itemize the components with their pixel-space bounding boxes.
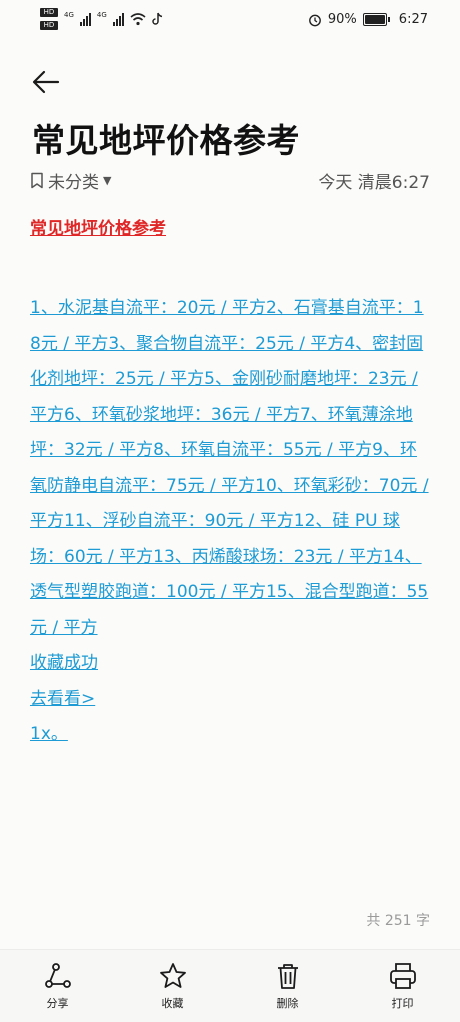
note-title: 常见地坪价格参考 <box>32 121 300 160</box>
back-arrow-icon[interactable] <box>30 66 62 98</box>
word-count: 共 251 字 <box>366 913 430 929</box>
note-date: 今天 清晨6:27 <box>318 173 430 193</box>
hd-badge-2: HD <box>40 21 58 30</box>
speed-link[interactable]: 1x。 <box>30 717 430 753</box>
delete-button[interactable]: 删除 <box>243 950 333 1022</box>
status-left: HD HD 4G 4G <box>40 8 164 30</box>
share-label: 分享 <box>46 997 69 1010</box>
category-selector[interactable]: 未分类 ▼ <box>30 168 111 193</box>
category-label: 未分类 <box>48 173 99 193</box>
network-label-1: 4G <box>64 11 74 19</box>
content-heading-link[interactable]: 常见地坪价格参考 <box>30 214 430 239</box>
printer-icon <box>389 963 416 989</box>
battery-icon <box>362 13 390 26</box>
status-bar: HD HD 4G 4G 90% 6:27 <box>0 0 460 42</box>
share-icon <box>44 963 71 988</box>
network-label-2: 4G <box>96 11 107 19</box>
print-button[interactable]: 打印 <box>358 950 448 1022</box>
favorite-label: 收藏 <box>161 997 184 1010</box>
note-meta: 未分类 ▼ 今天 清晨6:27 <box>30 168 430 194</box>
share-button[interactable]: 分享 <box>13 950 103 1022</box>
trash-icon <box>277 964 298 989</box>
go-see-link[interactable]: 去看看> <box>30 682 430 718</box>
signal-icon-2 <box>112 12 124 26</box>
delete-label: 删除 <box>276 997 299 1010</box>
caret-down-icon: ▼ <box>103 174 112 187</box>
price-list-text[interactable]: 1、水泥基自流平：20元 / 平方2、石膏基自流平：18元 / 平方3、聚合物自… <box>30 291 430 646</box>
bottom-toolbar: 分享 收藏 删除 打印 <box>0 949 460 1022</box>
note-content: 常见地坪价格参考 1、水泥基自流平：20元 / 平方2、石膏基自流平：18元 /… <box>30 214 430 753</box>
clock: 6:27 <box>398 12 428 27</box>
hd-badge-1: HD <box>40 8 58 17</box>
star-icon <box>159 963 186 988</box>
favorite-button[interactable]: 收藏 <box>128 950 218 1022</box>
print-label: 打印 <box>391 997 414 1010</box>
favorited-link[interactable]: 收藏成功 <box>30 646 430 682</box>
battery-percent: 90% <box>327 12 357 27</box>
wifi-icon <box>130 13 146 26</box>
bookmark-icon <box>31 172 43 189</box>
signal-icon <box>79 12 91 26</box>
tiktok-icon <box>152 12 162 25</box>
status-right: 90% 6:27 <box>308 12 428 27</box>
alarm-icon <box>308 14 321 26</box>
